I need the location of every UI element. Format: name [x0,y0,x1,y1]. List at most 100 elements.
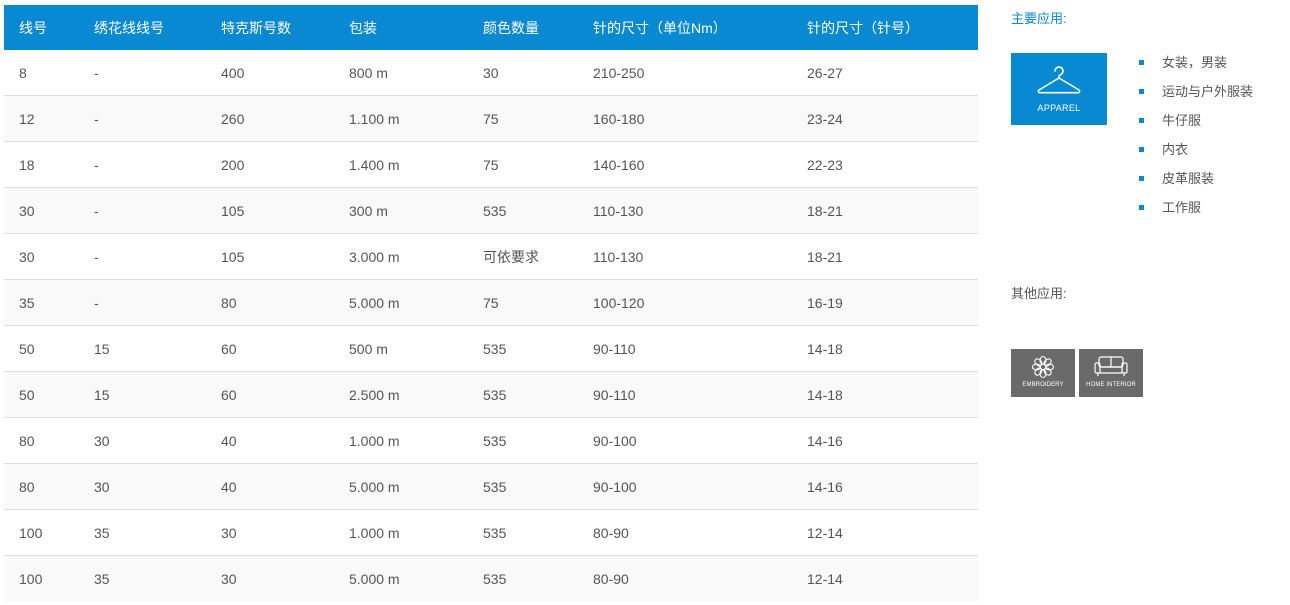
list-item-label: 运动与户外服装 [1162,84,1254,99]
table-cell: 30 [206,509,334,556]
apparel-tile-label: APPAREL [1037,103,1081,113]
table-row: 35-80 5.000 m 75 100-120 16-19 [4,279,978,326]
table-cell: 210-250 [578,50,792,96]
table-cell: 3.000 m [334,233,468,280]
apparel-tile[interactable]: APPAREL [1011,53,1107,125]
table-row: 50 15 60 500 m 535 90-110 14-18 [4,325,978,372]
table-body: 8-400 800 m 30 210-250 26-27 12-260 1.100 m 75 1… [4,50,978,601]
hanger-icon [1037,66,1081,94]
table-cell: 300 m [334,187,468,234]
table-cell: - [79,141,206,188]
table-cell: 50 [4,325,79,372]
table-cell: 5.000 m [334,555,468,601]
table-cell: 18-21 [792,233,978,280]
table-cell: 50 [4,371,79,418]
other-applications-heading: 其他应用: [1011,286,1067,301]
flower-icon [1031,355,1055,379]
table-cell: - [79,233,206,280]
table-cell: 14-18 [792,371,978,418]
table-cell: 160-180 [578,95,792,142]
table-cell: 12-14 [792,555,978,601]
table-cell: 30 [206,555,334,601]
table-cell: 可依要求 [468,233,578,280]
table-row: 80 30 40 5.000 m 535 90-100 14-16 [4,463,978,510]
column-header: 特克斯号数 [206,5,334,50]
table-cell: 200 [206,141,334,188]
table-cell: - [79,187,206,234]
table-cell: 15 [79,371,206,418]
table-cell: 110-130 [578,233,792,280]
list-item-label: 皮革服装 [1162,171,1215,186]
list-item: 皮革服装 [1137,169,1253,198]
table-cell: 35 [4,279,79,326]
table-cell: 23-24 [792,95,978,142]
table-cell: 500 m [334,325,468,372]
table-cell: 535 [468,463,578,510]
column-header: 颜色数量 [468,5,578,50]
table-cell: 90-110 [578,371,792,418]
table-cell: 535 [468,371,578,418]
table-cell: 80 [206,279,334,326]
table-cell: 14-16 [792,417,978,464]
embroidery-tile[interactable]: EMBROIDERY [1011,349,1075,397]
table-cell: 535 [468,417,578,464]
table-cell: 75 [468,279,578,326]
table-cell: 100-120 [578,279,792,326]
bullet-icon [1139,118,1144,123]
list-item: 运动与户外服装 [1137,82,1253,111]
table-cell: 140-160 [578,141,792,188]
table-row: 100 35 30 5.000 m 535 80-90 12-14 [4,555,978,601]
table-cell: 30 [468,50,578,96]
column-header: 针的尺寸（单位Nm） [578,5,792,50]
table-cell: 80 [4,463,79,510]
table-cell: 15 [79,325,206,372]
table-row: 80 30 40 1.000 m 535 90-100 14-16 [4,417,978,464]
table-cell: 2.500 m [334,371,468,418]
embroidery-tile-label: EMBROIDERY [1022,382,1064,388]
bullet-icon [1139,60,1144,65]
table-cell: 105 [206,233,334,280]
main-applications-list: 女装，男装 运动与户外服装 牛仔服 内衣 皮革服装 工作服 [1137,53,1253,227]
table-cell: 14-18 [792,325,978,372]
thread-spec-table: 线号 绣花线线号 特克斯号数 包装 颜色数量 针的尺寸（单位Nm） 针的尺寸（针号） 8-4… [4,5,978,601]
table-cell: 260 [206,95,334,142]
table-row: 18-200 1.400 m 75 140-160 22-23 [4,141,978,188]
table-cell: 105 [206,187,334,234]
table-cell: 12 [4,95,79,142]
table-cell: 12-14 [792,509,978,556]
table-cell: 90-100 [578,417,792,464]
table-cell: 5.000 m [334,463,468,510]
list-item-label: 牛仔服 [1162,113,1202,128]
table-cell: 535 [468,555,578,601]
table-cell: 35 [79,509,206,556]
table-row: 8-400 800 m 30 210-250 26-27 [4,50,978,96]
table-cell: - [79,95,206,142]
list-item: 工作服 [1137,198,1253,227]
table-cell: 30 [79,463,206,510]
list-item-label: 内衣 [1162,142,1189,157]
table-cell: 100 [4,555,79,601]
table-cell: 535 [468,509,578,556]
bullet-icon [1139,89,1144,94]
home-interior-tile[interactable]: HOME INTERIOR [1079,349,1143,397]
table-cell: 18 [4,141,79,188]
table-cell: 90-100 [578,463,792,510]
table-cell: 26-27 [792,50,978,96]
table-cell: 400 [206,50,334,96]
list-item: 牛仔服 [1137,111,1253,140]
table-cell: 1.000 m [334,417,468,464]
main-applications-heading: 主要应用: [1011,11,1067,26]
table-cell: 60 [206,371,334,418]
table-row: 50 15 60 2.500 m 535 90-110 14-18 [4,371,978,418]
table-cell: 35 [79,555,206,601]
list-item: 内衣 [1137,140,1253,169]
table-cell: 535 [468,187,578,234]
sofa-icon [1094,356,1128,376]
table-cell: 1.400 m [334,141,468,188]
list-item: 女装，男装 [1137,53,1253,82]
table-cell: 18-21 [792,187,978,234]
column-header: 针的尺寸（针号） [792,5,978,50]
table-cell: 16-19 [792,279,978,326]
table-cell: 30 [4,233,79,280]
table-cell: 100 [4,509,79,556]
